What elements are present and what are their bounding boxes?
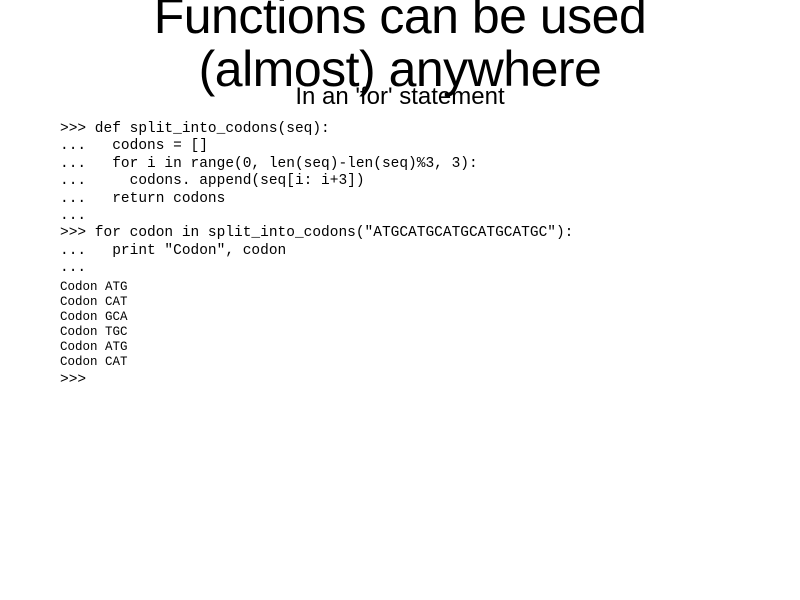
slide-content: Functions can be used (almost) anywhere … — [0, 0, 800, 389]
prompt-line: >>> — [60, 372, 740, 389]
slide-subtitle: In an 'for' statement — [60, 83, 740, 111]
output-block: Codon ATG Codon CAT Codon GCA Codon TGC … — [60, 280, 740, 370]
slide-title: Functions can be used (almost) anywhere — [60, 0, 740, 95]
code-block: >>> def split_into_codons(seq): ... codo… — [60, 121, 740, 278]
